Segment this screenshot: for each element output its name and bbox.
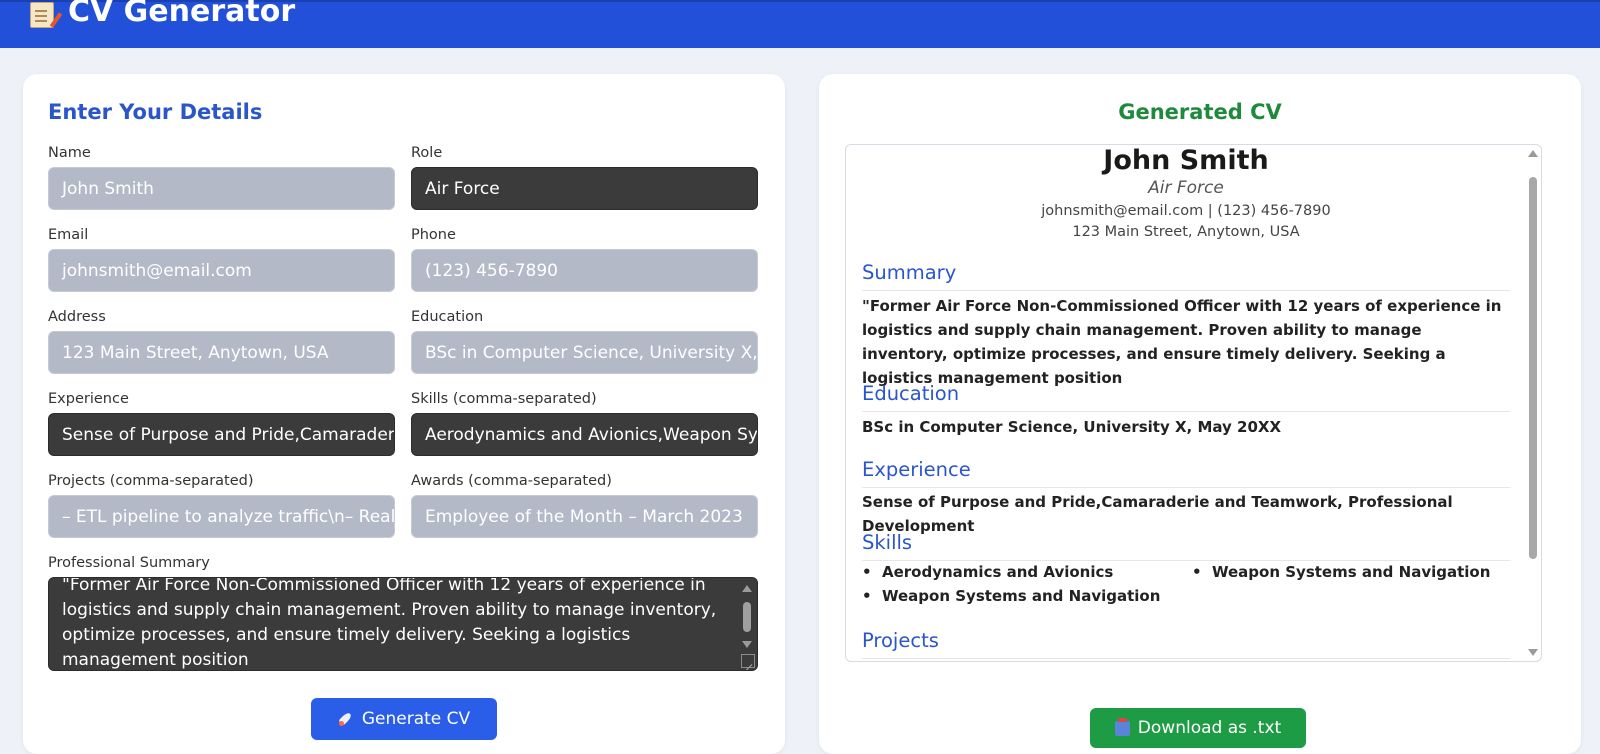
awards-label: Awards (comma-separated)	[411, 473, 612, 489]
skills-label: Skills (comma-separated)	[411, 391, 597, 407]
skill-item: Aerodynamics and Avionics	[862, 563, 1113, 581]
summary-label: Professional Summary	[48, 555, 210, 571]
name-label: Name	[48, 145, 91, 161]
cv-education-text: BSc in Computer Science, University X, M…	[862, 418, 1282, 436]
app-title-text: CV Generator	[68, 0, 296, 29]
cv-role: Air Force	[1148, 178, 1224, 198]
package-icon	[1114, 717, 1130, 736]
phone-label: Phone	[411, 227, 456, 243]
summary-field-group: Professional Summary	[48, 555, 758, 577]
awards-input[interactable]: Employee of the Month – March 2023	[411, 495, 758, 538]
generate-cv-button[interactable]: Generate CV	[311, 698, 497, 740]
generated-cv-card: Generated CV John Smith Air Force johnsm…	[819, 74, 1581, 754]
download-txt-label: Download as .txt	[1137, 718, 1282, 738]
cv-contact: johnsmith@email.com | (123) 456-7890	[1041, 203, 1331, 219]
skills-field-group: Skills (comma-separated) Aerodynamics an…	[411, 391, 758, 456]
address-field-group: Address 123 Main Street, Anytown, USA	[48, 309, 395, 374]
role-input[interactable]: Air Force	[411, 167, 758, 210]
name-field-group: Name John Smith	[48, 145, 395, 210]
generate-cv-label: Generate CV	[361, 709, 471, 729]
projects-field-group: Projects (comma-separated) – ETL pipelin…	[48, 473, 395, 538]
summary-textarea-text: "Former Air Force Non-Commissioned Offic…	[62, 577, 717, 670]
cv-projects-heading: Projects	[862, 629, 1510, 659]
summary-textarea[interactable]: "Former Air Force Non-Commissioned Offic…	[48, 577, 758, 671]
rocket-icon	[338, 711, 354, 727]
role-field-group: Role Air Force	[411, 145, 758, 210]
phone-input[interactable]: (123) 456-7890	[411, 249, 758, 292]
skill-item: Weapon Systems and Navigation	[1192, 563, 1490, 581]
email-field-group: Email johnsmith@email.com	[48, 227, 395, 292]
details-form-card: Enter Your Details Name John Smith Role …	[23, 74, 785, 754]
scroll-thumb[interactable]	[1529, 177, 1537, 559]
skill-item: Weapon Systems and Navigation	[862, 587, 1160, 605]
projects-label: Projects (comma-separated)	[48, 473, 254, 489]
education-field-group: Education BSc in Computer Science, Unive…	[411, 309, 758, 374]
phone-field-group: Phone (123) 456-7890	[411, 227, 758, 292]
app-title: CV Generator	[30, 0, 295, 29]
cv-scrollbar[interactable]	[1525, 145, 1541, 661]
cv-experience-heading: Experience	[862, 458, 1510, 488]
scroll-up-arrow-icon[interactable]	[742, 585, 752, 592]
experience-label: Experience	[48, 391, 129, 407]
cv-education-heading: Education	[862, 382, 1510, 412]
cv-name: John Smith	[1103, 145, 1269, 176]
experience-input[interactable]: Sense of Purpose and Pride,Camaraderie a…	[48, 413, 395, 456]
cv-summary-heading: Summary	[862, 261, 1510, 291]
experience-field-group: Experience Sense of Purpose and Pride,Ca…	[48, 391, 395, 456]
memo-icon	[30, 2, 54, 28]
name-input[interactable]: John Smith	[48, 167, 395, 210]
scroll-thumb[interactable]	[743, 602, 751, 632]
skills-input[interactable]: Aerodynamics and Avionics,Weapon Systems…	[411, 413, 758, 456]
cv-preview[interactable]: John Smith Air Force johnsmith@email.com…	[845, 144, 1542, 662]
cv-skills-heading: Skills	[862, 531, 1510, 561]
cv-address: 123 Main Street, Anytown, USA	[1072, 224, 1300, 240]
download-txt-button[interactable]: Download as .txt	[1090, 708, 1306, 748]
app-header: CV Generator	[0, 0, 1600, 48]
form-heading: Enter Your Details	[48, 100, 263, 124]
education-label: Education	[411, 309, 484, 325]
email-input[interactable]: johnsmith@email.com	[48, 249, 395, 292]
email-label: Email	[48, 227, 89, 243]
generated-cv-heading: Generated CV	[1118, 100, 1282, 124]
scroll-down-arrow-icon[interactable]	[1528, 649, 1538, 656]
scroll-down-arrow-icon[interactable]	[742, 641, 752, 648]
address-input[interactable]: 123 Main Street, Anytown, USA	[48, 331, 395, 374]
address-label: Address	[48, 309, 106, 325]
education-input[interactable]: BSc in Computer Science, University X, M…	[411, 331, 758, 374]
resize-handle-icon[interactable]	[741, 654, 755, 668]
role-label: Role	[411, 145, 443, 161]
scroll-up-arrow-icon[interactable]	[1528, 150, 1538, 157]
cv-summary-text: "Former Air Force Non-Commissioned Offic…	[862, 297, 1502, 387]
projects-input[interactable]: – ETL pipeline to analyze traffic\n– Rea…	[48, 495, 395, 538]
awards-field-group: Awards (comma-separated) Employee of the…	[411, 473, 758, 538]
